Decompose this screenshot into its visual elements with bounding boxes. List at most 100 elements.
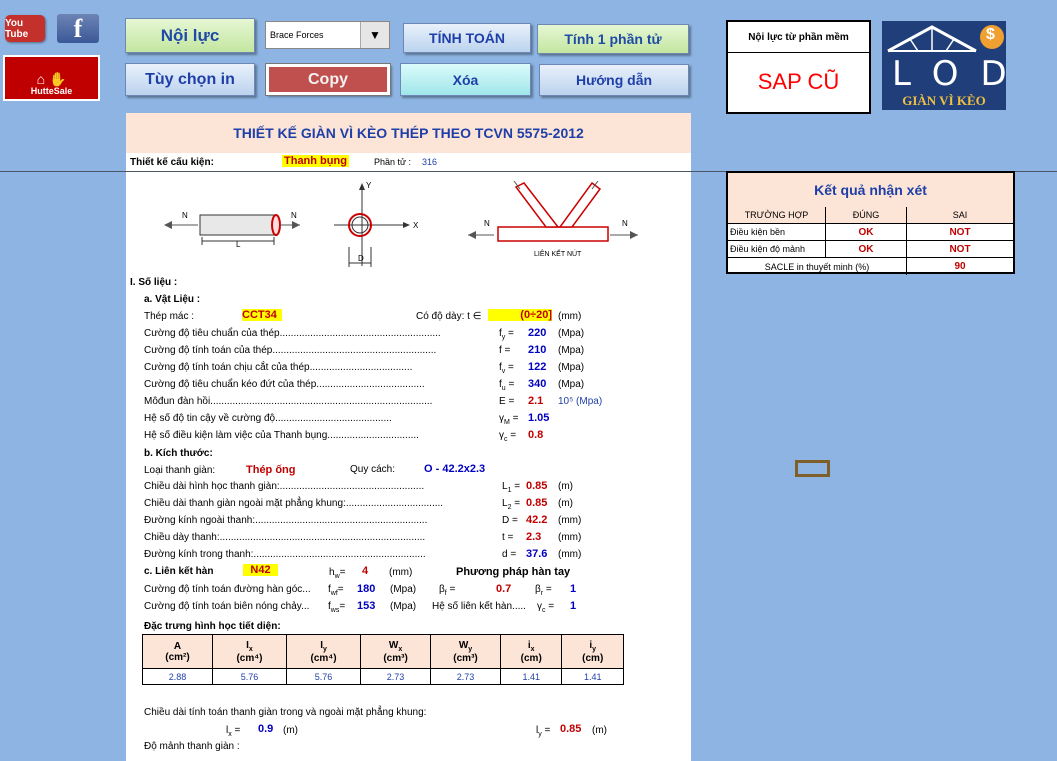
- material-value: 220: [528, 327, 547, 339]
- noi-luc-label: Nội lực: [160, 25, 220, 45]
- dimension-value: 0.85: [526, 497, 548, 509]
- weld-coef-value: 1: [570, 600, 577, 612]
- weld-label: Cường độ tính toán biên nóng chảy...: [144, 601, 310, 612]
- steel-label: Thép mác :: [144, 311, 195, 322]
- dimension-unit: (m): [558, 481, 573, 492]
- props-value-cell: 1.41: [561, 668, 624, 685]
- ly-unit: (m): [592, 725, 607, 736]
- diagram-n-left: N: [182, 211, 188, 220]
- software-source-value: SAP CŨ: [757, 69, 840, 94]
- material-label: Hệ số độ tin cậy về cường độ............…: [144, 413, 392, 424]
- diagram-d: D: [358, 254, 364, 263]
- material-value: 1.05: [528, 412, 550, 424]
- spec-label: Quy cách:: [350, 464, 396, 475]
- huong-dan-button[interactable]: Hướng dẫn: [539, 64, 689, 96]
- material-value: 210: [528, 344, 547, 356]
- lx-value: 0.9: [258, 723, 274, 735]
- lx-unit: (m): [283, 725, 298, 736]
- logo-letters: LOD: [892, 54, 1006, 94]
- weld-value[interactable]: N42: [243, 564, 278, 576]
- dims-title: b. Kích thước:: [144, 448, 213, 459]
- material-unit: (Mpa): [558, 362, 585, 373]
- copy-button[interactable]: Copy: [265, 63, 391, 96]
- result-row: Điều kiện bền OK NOT: [728, 224, 1013, 241]
- material-symbol: fy =: [499, 328, 514, 341]
- result-not: NOT: [949, 226, 971, 238]
- result-header-case: TRƯỜNG HỢP: [728, 207, 826, 223]
- material-symbol: f =: [499, 345, 511, 356]
- element-value: 316: [422, 157, 438, 167]
- material-label: Cường độ tiêu chuẩn của thép............…: [144, 328, 441, 339]
- props-value-cell: 2.73: [430, 668, 501, 685]
- result-row-label: Điều kiện bền: [728, 224, 826, 240]
- hw-value: 4: [362, 565, 369, 577]
- result-scale-label: SACLE in thuyết minh (%): [728, 258, 907, 275]
- dimension-symbol: L1 =: [502, 481, 521, 494]
- tinh-toan-button[interactable]: TÍNH TOÁN: [403, 23, 531, 53]
- joint-n-left: N: [484, 219, 490, 228]
- tinh-1-phan-tu-button[interactable]: Tính 1 phần tử: [537, 24, 689, 54]
- bar-type-label: Loại thanh giàn:: [144, 465, 216, 476]
- weld-coef-symbol: βr =: [535, 584, 552, 597]
- diagram-y: Y: [366, 181, 372, 190]
- dimension-label: Chiều dài thanh giàn ngoài mặt phẳng khu…: [144, 498, 444, 509]
- weld-coef-symbol: γc =: [537, 601, 555, 614]
- calc-length-label: Chiều dài tính toán thanh giàn trong và …: [144, 707, 427, 718]
- tinh-1-phan-tu-label: Tính 1 phần tử: [564, 31, 662, 47]
- props-header-row: A (cm²) Ix (cm⁴) Iy (cm⁴) Wx (cm³) Wy (cm³) ix (cm)…: [142, 634, 624, 669]
- section-so-lieu: I. Số liệu :: [130, 277, 178, 288]
- beta-f-value: 0.7: [496, 583, 512, 595]
- youtube-icon[interactable]: You Tube: [5, 15, 45, 42]
- dimension-label: Đường kính ngoài thanh:.................…: [144, 515, 428, 526]
- material-value: 340: [528, 378, 547, 390]
- dimension-label: Đường kính trong thanh:.................…: [144, 549, 426, 560]
- material-symbol: fu =: [499, 379, 515, 392]
- facebook-icon[interactable]: f: [57, 14, 99, 43]
- weld-symbol: fws=: [328, 601, 346, 614]
- weld-unit: (Mpa): [390, 584, 417, 595]
- component-value[interactable]: Thanh bụng: [282, 155, 349, 167]
- props-value-cell: 2.73: [360, 668, 432, 685]
- diagram-l: L: [236, 240, 241, 249]
- hw-symbol: hw=: [329, 567, 346, 580]
- diagram-n-right: N: [291, 211, 297, 220]
- forces-dropdown[interactable]: Brace Forces ▼: [265, 21, 390, 49]
- chevron-down-icon[interactable]: ▼: [360, 22, 389, 48]
- noi-luc-button[interactable]: Nội lực: [125, 18, 255, 53]
- section-props-title: Đặc trưng hình học tiết diện:: [144, 621, 281, 632]
- result-scale-value[interactable]: 90: [907, 258, 1013, 275]
- joint-caption: LIÊN KẾT NÚT: [534, 251, 582, 258]
- weld-coef-label: Hệ số liên kết hàn.....: [432, 601, 526, 612]
- weld-unit: (Mpa): [390, 601, 417, 612]
- section-props-table: A (cm²) Ix (cm⁴) Iy (cm⁴) Wx (cm³) Wy (cm³) ix (cm)…: [142, 634, 624, 685]
- thickness-value[interactable]: (0÷20]: [488, 309, 552, 321]
- calculation-sheet: THIẾT KẾ GIÀN VÌ KÈO THÉP THEO TCVN 5575…: [126, 113, 691, 761]
- selected-cell[interactable]: [795, 460, 830, 477]
- thickness-unit: (mm): [558, 311, 582, 322]
- material-value: 0.8: [528, 429, 544, 441]
- dimension-value: 37.6: [526, 548, 548, 560]
- result-table: TRƯỜNG HỢP ĐÚNG SAI Điều kiện bền OK NOT Điều …: [728, 207, 1013, 275]
- material-title: a. Vật Liệu :: [144, 294, 201, 305]
- beta-f-symbol: βf =: [439, 584, 456, 597]
- material-label: Cường độ tiêu chuẩn kéo đứt của thép....…: [144, 379, 425, 390]
- diagram-x: X: [413, 221, 419, 230]
- material-symbol: E =: [499, 396, 515, 407]
- material-value: 2.1: [528, 395, 544, 407]
- dimension-symbol: D =: [502, 515, 518, 526]
- sheet-title-text: THIẾT KẾ GIÀN VÌ KÈO THÉP THEO TCVN 5575…: [233, 125, 584, 141]
- tuy-chon-in-button[interactable]: Tùy chọn in: [125, 63, 255, 96]
- material-unit: (Mpa): [558, 379, 585, 390]
- youtube-label: You Tube: [5, 17, 29, 40]
- material-value: 122: [528, 361, 547, 373]
- props-header-cell: Wy (cm³): [430, 634, 501, 669]
- result-panel: Kết quả nhận xét TRƯỜNG HỢP ĐÚNG SAI Điều k…: [726, 171, 1015, 275]
- steel-value[interactable]: CCT34: [242, 309, 282, 321]
- bar-type-value: Thép ống: [246, 464, 296, 476]
- xoa-button[interactable]: Xóa: [400, 63, 531, 96]
- huttesale-icon[interactable]: ⌂ ✋ HutteSale: [3, 55, 100, 101]
- component-label: Thiết kế cấu kiện:: [130, 157, 214, 168]
- huong-dan-label: Hướng dẫn: [575, 72, 653, 88]
- dimension-unit: (mm): [558, 549, 582, 560]
- cross-section-diagram: [334, 183, 410, 267]
